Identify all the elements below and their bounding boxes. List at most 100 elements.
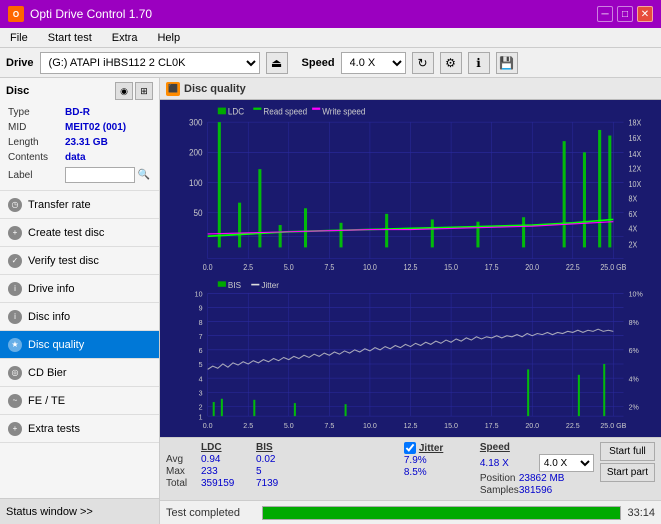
progress-time: 33:14 (627, 507, 655, 519)
svg-text:14X: 14X (629, 149, 642, 158)
nav-label-disc-info: Disc info (28, 311, 70, 323)
label-search-icon[interactable]: 🔍 (138, 170, 150, 181)
sidebar-item-drive-info[interactable]: i Drive info (0, 275, 159, 303)
nav-label-create-test-disc: Create test disc (28, 227, 104, 239)
jitter-checkbox[interactable] (404, 442, 416, 454)
speed-position-header: Speed (480, 442, 594, 453)
nav-label-verify-test-disc: Verify test disc (28, 255, 99, 267)
fe-te-icon: ~ (8, 394, 22, 408)
menu-help[interactable]: Help (151, 30, 186, 46)
main-layout: Disc ◉ ⊞ Type BD-R MID MEIT02 (001) Leng… (0, 78, 661, 524)
nav-label-disc-quality: Disc quality (28, 339, 84, 351)
speed-select[interactable]: 4.0 X 1.0 X 2.0 X 6.0 X 8.0 X (341, 52, 406, 74)
disc-icon-btn2[interactable]: ⊞ (135, 82, 153, 100)
chart2-container: 10 9 8 7 6 5 4 3 2 1 10% 8% 6% 4% 2% (162, 277, 659, 435)
svg-text:2: 2 (199, 403, 203, 412)
titlebar-controls: ─ □ ✕ (597, 6, 653, 22)
svg-text:Jitter: Jitter (261, 280, 279, 290)
disc-info-icon: i (8, 310, 22, 324)
nav-items: ◷ Transfer rate + Create test disc ✓ Ver… (0, 191, 159, 498)
samples-label: Samples (480, 485, 515, 496)
svg-text:22.5: 22.5 (566, 421, 580, 430)
label-input[interactable] (65, 167, 135, 183)
svg-text:10.0: 10.0 (363, 421, 377, 430)
refresh-button[interactable]: ↻ (412, 52, 434, 74)
svg-text:18X: 18X (629, 118, 642, 127)
stats-header-bis: BIS (256, 442, 306, 453)
nav-label-fe-te: FE / TE (28, 395, 65, 407)
titlebar-left: O Opti Drive Control 1.70 (8, 6, 152, 22)
close-button[interactable]: ✕ (637, 6, 653, 22)
disc-header: Disc ◉ ⊞ (6, 82, 153, 100)
disc-label-label: Label (8, 166, 63, 184)
titlebar-title: Opti Drive Control 1.70 (30, 7, 152, 21)
samples-row: Samples 381596 (480, 485, 594, 496)
stats-header-ldc: LDC (201, 442, 256, 453)
stats-max-ldc: 233 (201, 466, 256, 477)
save-button[interactable]: 💾 (496, 52, 518, 74)
sidebar-item-verify-test-disc[interactable]: ✓ Verify test disc (0, 247, 159, 275)
svg-text:10%: 10% (629, 290, 644, 299)
config-button[interactable]: ⚙ (440, 52, 462, 74)
status-window-button[interactable]: Status window >> (0, 498, 159, 524)
svg-text:12.5: 12.5 (404, 262, 418, 271)
svg-text:2.5: 2.5 (243, 421, 253, 430)
svg-text:Read speed: Read speed (263, 106, 307, 116)
sidebar-item-fe-te[interactable]: ~ FE / TE (0, 387, 159, 415)
eject-button[interactable]: ⏏ (266, 52, 288, 74)
stats-max-bis: 5 (256, 466, 306, 477)
svg-text:100: 100 (189, 178, 203, 188)
sidebar-item-transfer-rate[interactable]: ◷ Transfer rate (0, 191, 159, 219)
start-part-button[interactable]: Start part (600, 463, 655, 482)
svg-text:0.0: 0.0 (203, 262, 213, 271)
verify-test-disc-icon: ✓ (8, 254, 22, 268)
svg-text:300: 300 (189, 117, 203, 127)
sidebar-item-disc-quality[interactable]: ★ Disc quality (0, 331, 159, 359)
menu-starttest[interactable]: Start test (42, 30, 98, 46)
status-window-label: Status window >> (6, 506, 93, 518)
right-panel: ⬛ Disc quality (160, 78, 661, 524)
minimize-button[interactable]: ─ (597, 6, 613, 22)
maximize-button[interactable]: □ (617, 6, 633, 22)
svg-text:5.0: 5.0 (284, 262, 294, 271)
svg-text:8%: 8% (629, 318, 640, 327)
disc-label-contents: Contents (8, 151, 63, 164)
svg-text:15.0: 15.0 (444, 421, 458, 430)
sidebar-item-extra-tests[interactable]: + Extra tests (0, 415, 159, 443)
sidebar-item-create-test-disc[interactable]: + Create test disc (0, 219, 159, 247)
svg-text:7: 7 (199, 332, 203, 341)
start-full-button[interactable]: Start full (600, 442, 655, 461)
dq-header: ⬛ Disc quality (160, 78, 661, 100)
disc-row-length: Length 23.31 GB (8, 136, 151, 149)
stats-empty-header (166, 442, 201, 453)
info-button[interactable]: ℹ (468, 52, 490, 74)
disc-label-type: Type (8, 106, 63, 119)
stats-total-row: Total 359159 7139 (166, 478, 398, 489)
svg-text:17.5: 17.5 (485, 421, 499, 430)
svg-text:4X: 4X (629, 224, 638, 233)
stats-bar: LDC BIS Avg 0.94 0.02 Max 233 5 (160, 437, 661, 500)
svg-text:7.5: 7.5 (324, 262, 334, 271)
position-val: 23862 MB (519, 473, 565, 484)
disc-quality-icon: ★ (8, 338, 22, 352)
svg-text:8: 8 (199, 318, 203, 327)
svg-text:9: 9 (199, 304, 203, 313)
menubar: File Start test Extra Help (0, 28, 661, 48)
menu-file[interactable]: File (4, 30, 34, 46)
speed-max-row: Position 23862 MB (480, 473, 594, 484)
drive-select[interactable]: (G:) ATAPI iHBS112 2 CL0K (40, 52, 260, 74)
drive-label: Drive (6, 57, 34, 69)
svg-text:LDC: LDC (228, 106, 244, 116)
disc-icon-btn1[interactable]: ◉ (115, 82, 133, 100)
menu-extra[interactable]: Extra (106, 30, 144, 46)
chart2-svg: 10 9 8 7 6 5 4 3 2 1 10% 8% 6% 4% 2% (162, 277, 659, 435)
sidebar-item-cd-bier[interactable]: ◎ CD Bier (0, 359, 159, 387)
progress-bar-fill (263, 507, 620, 519)
svg-text:10.0: 10.0 (363, 262, 377, 271)
svg-text:22.5: 22.5 (566, 262, 580, 271)
stats-total-label: Total (166, 478, 201, 489)
stats-speed-select[interactable]: 4.0 X 1.0 X 2.0 X 6.0 X (539, 454, 594, 472)
stats-total-ldc: 359159 (201, 478, 256, 489)
sidebar-item-disc-info[interactable]: i Disc info (0, 303, 159, 331)
stats-total-bis: 7139 (256, 478, 306, 489)
